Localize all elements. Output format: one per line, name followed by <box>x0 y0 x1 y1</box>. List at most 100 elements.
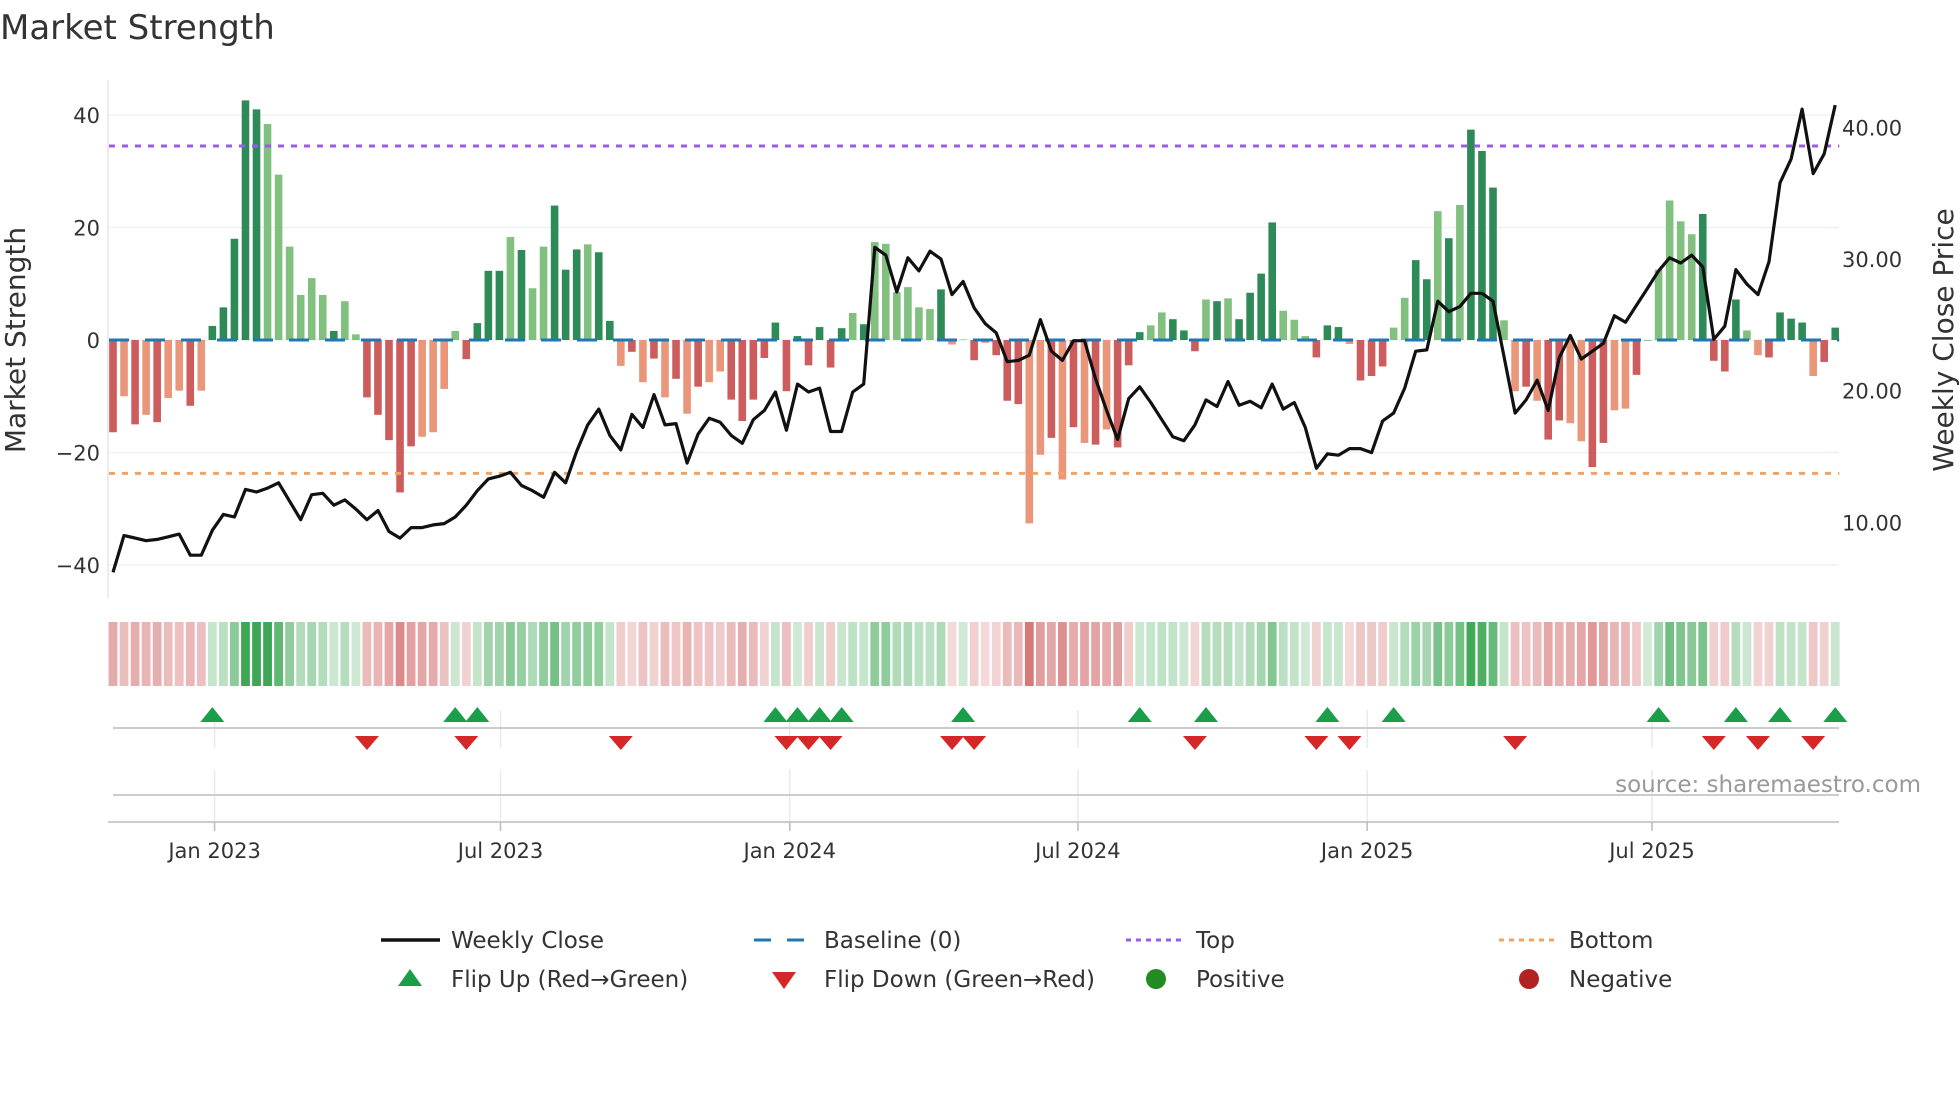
strength-bar <box>837 328 846 340</box>
legend-label: Top <box>1195 928 1235 954</box>
strength-bar <box>307 278 316 340</box>
heat-cell <box>991 622 1001 686</box>
legend-item-positive[interactable]: Positive <box>1146 967 1285 993</box>
heat-cell <box>1179 622 1189 686</box>
chart-title: Market Strength <box>0 8 275 48</box>
heat-cell <box>1356 622 1365 686</box>
heat-cell <box>1157 622 1167 686</box>
heat-cell <box>1035 622 1045 686</box>
strength-bar <box>385 340 393 441</box>
heat-cell <box>980 622 990 686</box>
y2-tick-label: 40.00 <box>1842 117 1902 141</box>
strength-bar <box>926 309 934 340</box>
strength-bar <box>826 340 835 368</box>
flip-down-marker <box>774 736 799 750</box>
legend-item-weekly-close[interactable]: Weekly Close <box>381 928 604 954</box>
strength-bar <box>230 238 239 340</box>
flip-up-marker <box>443 707 468 722</box>
flip-up-marker <box>1381 707 1406 722</box>
left-axis-ticks: −40 −20 0 20 40 <box>56 104 100 578</box>
heat-cell <box>1687 622 1697 686</box>
strength-bar <box>937 289 945 340</box>
flip-down-marker <box>1745 736 1770 750</box>
heat-cell <box>428 622 438 686</box>
flip-down-marker <box>354 736 379 750</box>
source-label: source: sharemaestro.com <box>1615 772 1921 798</box>
heat-cell <box>958 622 968 686</box>
strength-bar <box>175 340 184 391</box>
x-tick-label: Jan 2024 <box>742 839 837 863</box>
heat-cell <box>1554 622 1564 686</box>
strength-bar <box>639 340 647 383</box>
heat-cell <box>881 622 891 686</box>
flip-panel-grid <box>213 710 1653 822</box>
strength-bar <box>594 252 603 340</box>
legend-item-top[interactable]: Top <box>1126 928 1235 954</box>
heat-cell <box>1234 622 1244 686</box>
legend-label: Flip Up (Red→Green) <box>451 967 688 993</box>
legend-item-flip-up[interactable]: Flip Up (Red→Green) <box>398 967 688 993</box>
strength-bar <box>1445 238 1453 340</box>
heat-cell <box>219 622 228 686</box>
strength-bar <box>1588 340 1597 468</box>
strength-bar <box>241 100 250 340</box>
y2-axis-label: Weekly Close Price <box>1927 208 1960 471</box>
heat-cell <box>826 622 835 686</box>
strength-bar <box>1434 211 1442 340</box>
heat-cell <box>782 622 791 686</box>
legend-item-baseline[interactable]: Baseline (0) <box>754 928 961 954</box>
strength-bar <box>1213 301 1221 340</box>
heat-cell <box>1466 622 1476 686</box>
heat-cell <box>1709 622 1719 686</box>
strength-bar <box>1820 340 1828 362</box>
heat-cell <box>1808 622 1818 686</box>
heat-cell <box>185 622 195 686</box>
heat-cell <box>1378 622 1387 686</box>
strength-bar <box>396 340 404 493</box>
heat-cell <box>903 622 913 686</box>
strength-bar <box>109 340 117 433</box>
heat-cell <box>1002 622 1012 686</box>
y2-tick-label: 10.00 <box>1842 511 1902 535</box>
legend-item-negative[interactable]: Negative <box>1519 967 1672 993</box>
strength-bar <box>418 340 426 437</box>
heat-cell <box>1278 622 1288 686</box>
strength-bar <box>628 340 636 352</box>
strength-bar <box>970 340 978 361</box>
strength-bar <box>1610 340 1619 411</box>
heat-cell <box>119 622 129 686</box>
flip-up-marker <box>1127 707 1152 722</box>
heat-cell <box>914 622 924 686</box>
heat-cell <box>1345 622 1354 686</box>
heat-cell <box>461 622 471 686</box>
heat-cell <box>1830 622 1840 686</box>
heat-cell <box>870 622 880 686</box>
strength-bar <box>484 270 493 340</box>
heat-cell <box>1311 622 1321 686</box>
strength-bar <box>1831 327 1840 340</box>
strength-bar <box>672 340 680 379</box>
heat-cell <box>483 622 493 686</box>
legend: Weekly Close Baseline (0) Top Bottom Fli… <box>381 928 1672 993</box>
legend-label: Bottom <box>1569 928 1653 954</box>
strength-bar <box>716 340 724 372</box>
strength-bar <box>153 340 161 423</box>
flip-up-marker <box>951 707 976 722</box>
heat-cell <box>1632 622 1641 686</box>
heat-cell <box>174 622 184 686</box>
legend-item-flip-down[interactable]: Flip Down (Green→Red) <box>772 967 1095 993</box>
heat-cell <box>1013 622 1023 686</box>
strength-bar <box>1776 312 1784 340</box>
strength-bar <box>1621 340 1630 409</box>
heat-cell <box>837 622 847 686</box>
legend-label: Flip Down (Green→Red) <box>824 967 1095 993</box>
legend-item-bottom[interactable]: Bottom <box>1499 928 1653 954</box>
strength-bar <box>650 340 658 359</box>
heat-cell <box>1433 622 1443 686</box>
heat-cell <box>848 622 858 686</box>
strength-bar <box>915 307 923 340</box>
flip-down-marker <box>796 736 821 750</box>
heat-cell <box>715 622 725 686</box>
legend-label: Positive <box>1196 967 1285 993</box>
flip-down-marker <box>962 736 987 750</box>
